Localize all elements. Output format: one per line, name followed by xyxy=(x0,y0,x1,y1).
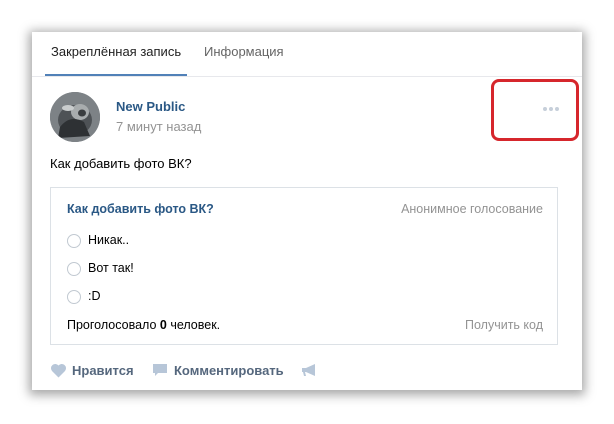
tab-pinned-post[interactable]: Закреплённая запись xyxy=(51,44,181,59)
post-time[interactable]: 7 минут назад xyxy=(116,119,201,134)
comment-icon xyxy=(153,364,167,376)
like-label: Нравится xyxy=(72,363,134,378)
active-tab-indicator xyxy=(45,74,187,76)
radio-icon[interactable] xyxy=(67,290,81,304)
poll-option-label: :D xyxy=(88,289,101,303)
avatar-image xyxy=(50,92,100,142)
like-button[interactable]: Нравится xyxy=(50,362,140,380)
poll-type: Анонимное голосование xyxy=(401,202,543,216)
comment-button[interactable]: Комментировать xyxy=(152,362,292,380)
avatar[interactable] xyxy=(50,92,100,142)
share-button[interactable] xyxy=(301,362,321,380)
radio-icon[interactable] xyxy=(67,262,81,276)
comment-label: Комментировать xyxy=(174,363,284,378)
post-card: Закреплённая запись Информация New Publi… xyxy=(32,32,582,390)
poll-option-label: Вот так! xyxy=(88,261,134,275)
get-code-link[interactable]: Получить код xyxy=(465,318,543,332)
poll-option-label: Никак.. xyxy=(88,233,130,247)
poll: Как добавить фото ВК? Анонимное голосова… xyxy=(50,187,558,345)
post-text: Как добавить фото ВК? xyxy=(50,156,192,171)
author-name[interactable]: New Public xyxy=(116,99,185,114)
votes-count-text: Проголосовало 0 человек. xyxy=(67,318,221,332)
heart-icon xyxy=(50,363,67,378)
radio-icon[interactable] xyxy=(67,234,81,248)
highlight-frame xyxy=(491,79,579,141)
tab-info[interactable]: Информация xyxy=(204,44,284,59)
megaphone-icon xyxy=(302,364,315,376)
tabs-bar: Закреплённая запись Информация xyxy=(32,32,582,77)
poll-title: Как добавить фото ВК? xyxy=(67,202,214,216)
